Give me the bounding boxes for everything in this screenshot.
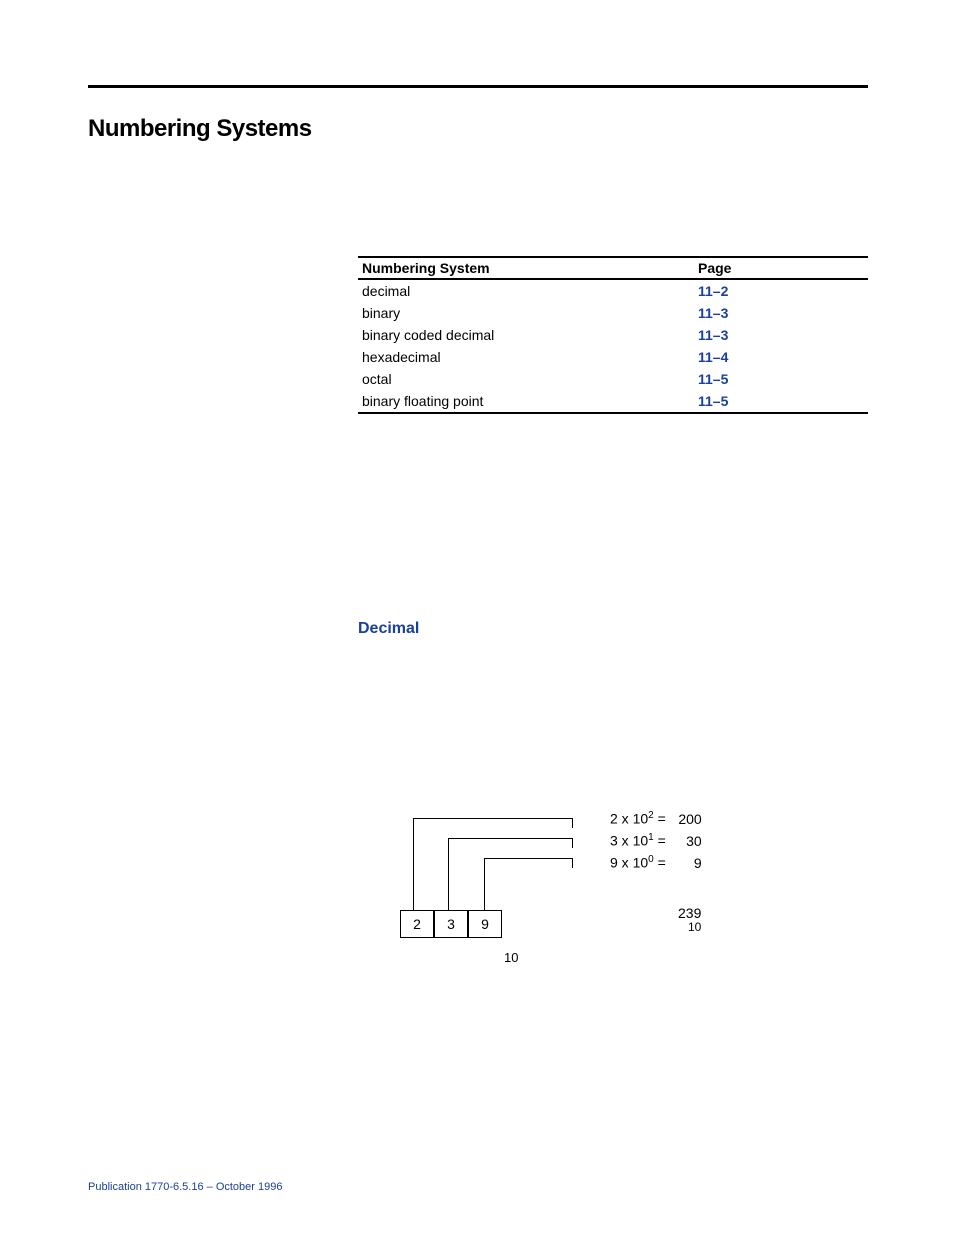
table-row: binary coded decimal 11–3 — [358, 324, 868, 346]
header-page: Page — [698, 260, 778, 276]
decimal-diagram: 2 3 9 10 2 x 102 = 200 3 x 101 = 30 9 x … — [358, 800, 758, 980]
eq-val: 200 — [670, 811, 702, 827]
eq-coef: 9 — [610, 855, 618, 871]
top-rule — [88, 85, 868, 88]
system-cell: binary — [358, 305, 698, 321]
bracket-stem — [448, 848, 449, 910]
sum-subscript: 10 — [678, 921, 701, 934]
table-row: binary 11–3 — [358, 302, 868, 324]
table-row: hexadecimal 11–4 — [358, 346, 868, 368]
equation-line: 9 x 100 = 9 — [610, 854, 702, 871]
section-heading-decimal: Decimal — [358, 620, 419, 638]
eq-coef: 3 — [610, 833, 618, 849]
sum-value: 239 — [678, 906, 701, 921]
eq-base: 10 — [633, 811, 649, 827]
bracket-stem — [484, 868, 485, 910]
table-row: octal 11–5 — [358, 368, 868, 390]
page-link[interactable]: 11–3 — [698, 305, 728, 321]
table-row: decimal 11–2 — [358, 280, 868, 302]
eq-exp: 1 — [648, 832, 654, 843]
numbering-systems-table: Numbering System Page decimal 11–2 binar… — [358, 256, 868, 414]
bracket-stem — [413, 828, 414, 910]
equation-line: 2 x 102 = 200 — [610, 810, 702, 827]
table-row: binary floating point 11–5 — [358, 390, 868, 414]
header-system: Numbering System — [358, 260, 698, 276]
page-link[interactable]: 11–4 — [698, 349, 728, 365]
publication-footer: Publication 1770-6.5.16 – October 1996 — [88, 1181, 282, 1193]
chapter-title: Numbering Systems — [88, 115, 312, 143]
digit-box: 2 — [400, 910, 434, 938]
system-cell: decimal — [358, 283, 698, 299]
system-cell: binary floating point — [358, 393, 698, 409]
eq-exp: 0 — [648, 854, 654, 865]
page-link[interactable]: 11–2 — [698, 283, 728, 299]
eq-base: 10 — [633, 855, 649, 871]
eq-base: 10 — [633, 833, 649, 849]
digit-box: 3 — [434, 910, 468, 938]
page-link[interactable]: 11–3 — [698, 327, 728, 343]
digit-boxes: 2 3 9 — [400, 910, 502, 938]
equation-line: 3 x 101 = 30 — [610, 832, 702, 849]
eq-coef: 2 — [610, 811, 618, 827]
eq-exp: 2 — [648, 810, 654, 821]
eq-val: 9 — [670, 855, 702, 871]
base-label: 10 — [504, 950, 518, 965]
bracket-line — [413, 818, 573, 828]
digit-box: 9 — [468, 910, 502, 938]
table-header-row: Numbering System Page — [358, 256, 868, 280]
page-link[interactable]: 11–5 — [698, 371, 728, 387]
system-cell: hexadecimal — [358, 349, 698, 365]
eq-val: 30 — [670, 833, 702, 849]
page-link[interactable]: 11–5 — [698, 393, 728, 409]
bracket-line — [448, 838, 573, 848]
bracket-line — [484, 858, 573, 868]
system-cell: octal — [358, 371, 698, 387]
system-cell: binary coded decimal — [358, 327, 698, 343]
sum-block: 239 10 — [678, 906, 701, 935]
